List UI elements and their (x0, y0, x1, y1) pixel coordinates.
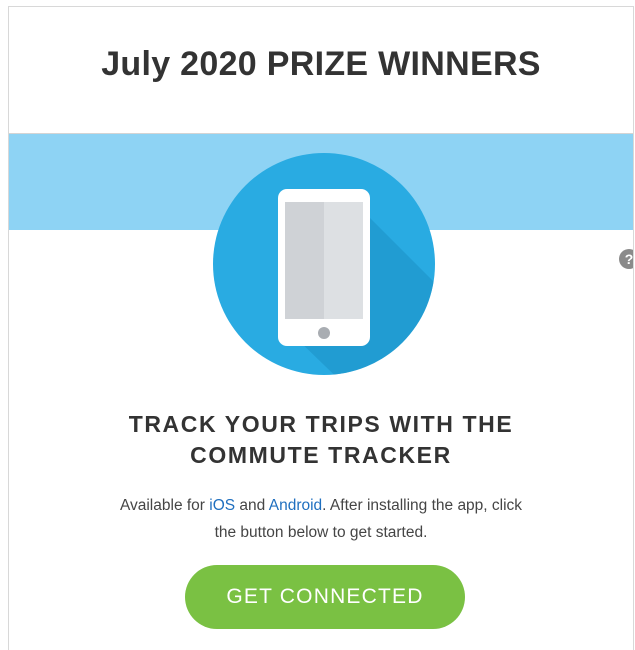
desc-line-2: the button below to get started. (214, 524, 428, 541)
card-header: July 2020 PRIZE WINNERS (9, 7, 633, 134)
availability-description: Available for iOS and Android. After ins… (49, 492, 593, 546)
ios-link[interactable]: iOS (209, 497, 235, 514)
prize-card: July 2020 PRIZE WINNERS ? TRACK YOUR TRI… (8, 6, 634, 650)
android-link[interactable]: Android (269, 497, 322, 514)
page-title: July 2020 PRIZE WINNERS (101, 44, 541, 83)
tracker-headline: TRACK YOUR TRIPS WITH THE COMMUTE TRACKE… (9, 409, 633, 471)
desc-line-1-end: . After installing the app, click (322, 497, 523, 514)
headline-line-1: TRACK YOUR TRIPS WITH THE (128, 411, 514, 437)
question-mark-icon[interactable]: ? (619, 249, 633, 269)
desc-prefix: Available for (119, 497, 210, 514)
headline-line-2: COMMUTE TRACKER (190, 442, 452, 468)
get-connected-button[interactable]: GET CONNECTED (185, 565, 465, 629)
smartphone-icon (213, 153, 435, 375)
desc-and: and (235, 497, 269, 514)
